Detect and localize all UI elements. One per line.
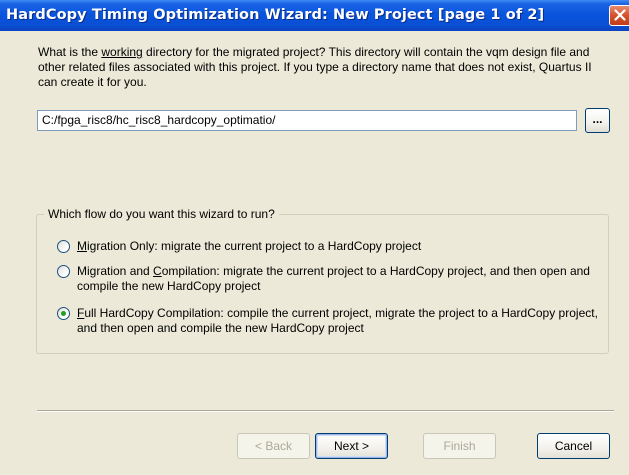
cancel-button[interactable]: Cancel [537, 433, 610, 459]
window-title: HardCopy Timing Optimization Wizard: New… [6, 7, 545, 23]
radio-label: Migration and Compilation: migrate the c… [77, 264, 590, 293]
close-icon [614, 9, 626, 21]
flow-group-label: Which flow do you want this wizard to ru… [44, 206, 279, 222]
working-underline: working [101, 45, 143, 59]
radio-label: Full HardCopy Compilation: compile the c… [77, 306, 598, 335]
radio-button[interactable] [57, 240, 70, 253]
wizard-window: HardCopy Timing Optimization Wizard: New… [0, 0, 629, 475]
footer-separator [37, 410, 614, 412]
finish-button[interactable]: Finish [423, 433, 496, 459]
directory-question: What is the working directory for the mi… [38, 45, 592, 89]
browse-button[interactable]: ... [585, 108, 610, 133]
title-bar[interactable]: HardCopy Timing Optimization Wizard: New… [0, 0, 629, 31]
radio-button-selected[interactable] [57, 307, 70, 320]
directory-input[interactable]: C:/fpga_risc8/hc_risc8_hardcopy_optimati… [37, 110, 577, 131]
close-button[interactable] [609, 5, 629, 26]
next-button[interactable]: Next > [315, 433, 388, 459]
back-button[interactable]: < Back [237, 433, 310, 459]
radio-button[interactable] [57, 265, 70, 278]
radio-label: Migration Only: migrate the current proj… [77, 239, 422, 253]
